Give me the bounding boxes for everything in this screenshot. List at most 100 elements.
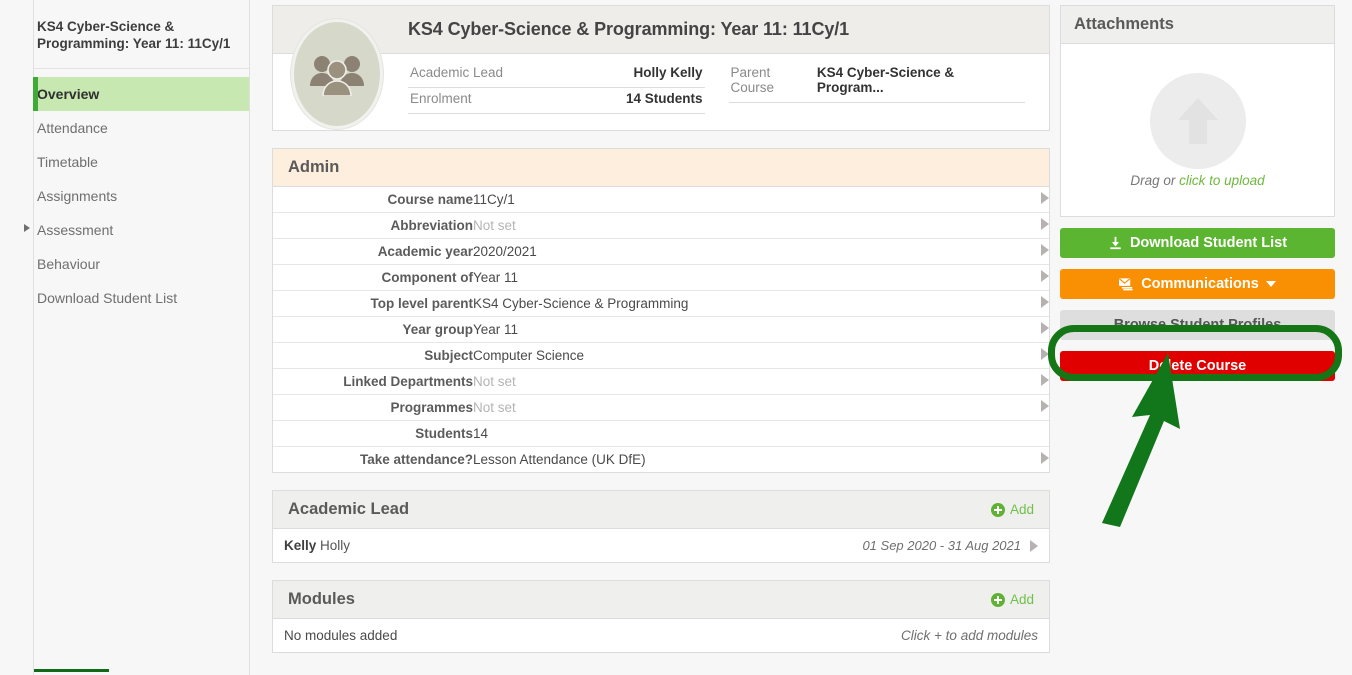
row-edit-arrow[interactable] — [1019, 239, 1049, 265]
chevron-down-icon — [1265, 281, 1276, 287]
meta-value: KS4 Cyber-Science & Program... — [816, 65, 955, 95]
button-label: Browse Student Profiles — [1113, 317, 1282, 333]
chevron-right-icon — [1041, 270, 1049, 282]
table-row[interactable]: Academic year 2020/2021 — [273, 239, 1049, 265]
admin-section-header: Admin — [273, 149, 1049, 187]
academic-lead-row[interactable]: Kelly Holly 01 Sep 2020 - 31 Aug 2021 — [273, 529, 1049, 562]
modules-hint: Click + to add modules — [901, 628, 1038, 643]
sidebar-item-label: Download Student List — [37, 290, 178, 306]
row-key: Year group — [402, 322, 473, 337]
meta-value: Holly Kelly — [633, 65, 703, 80]
chevron-right-icon — [1041, 374, 1049, 386]
row-edit-arrow[interactable] — [1019, 395, 1049, 421]
sidebar-nav: Overview Attendance Timetable Assignment… — [24, 69, 249, 315]
chevron-right-icon[interactable] — [1030, 539, 1038, 552]
sidebar-item-label: Overview — [37, 86, 100, 102]
mail-stack-icon — [1119, 278, 1133, 291]
download-icon — [1110, 236, 1121, 250]
table-row[interactable]: Subject Computer Science — [273, 343, 1049, 369]
table-row[interactable]: Abbreviation Not set — [273, 213, 1049, 239]
attachments-dropzone[interactable]: Drag or click to upload — [1061, 44, 1334, 216]
table-row[interactable]: Year group Year 11 — [273, 317, 1049, 343]
row-edit-arrow[interactable] — [1019, 213, 1049, 239]
meta-column-right: Parent Course KS4 Cyber-Science & Progra… — [728, 62, 1025, 130]
page-title: KS4 Cyber-Science & Programming: Year 11… — [408, 19, 850, 39]
course-header-title-bar: KS4 Cyber-Science & Programming: Year 11… — [273, 6, 1049, 54]
chevron-right-icon — [1041, 322, 1049, 334]
table-row[interactable]: Component of Year 11 — [273, 265, 1049, 291]
sidebar-item-assignments[interactable]: Assignments — [34, 179, 249, 213]
meta-row-parent-course: Parent Course KS4 Cyber-Science & Progra… — [728, 62, 1025, 103]
course-sidebar: KS4 Cyber-Science & Programming: Year 11… — [24, 0, 250, 675]
chevron-right-icon — [1041, 244, 1049, 256]
attachments-header: Attachments — [1061, 6, 1334, 44]
row-edit-arrow[interactable] — [1019, 343, 1049, 369]
group-people-icon — [310, 56, 364, 96]
add-academic-lead-button[interactable]: Add — [990, 502, 1034, 517]
row-key: Programmes — [390, 400, 473, 415]
meta-key: Enrolment — [410, 91, 472, 106]
chevron-right-icon — [24, 224, 30, 232]
attachments-card: Attachments Drag or click to upload — [1060, 5, 1335, 217]
upload-circle — [1149, 72, 1246, 169]
row-edit-arrow[interactable] — [1019, 187, 1049, 213]
sidebar-item-timetable[interactable]: Timetable — [34, 145, 249, 179]
table-row[interactable]: Linked Departments Not set — [273, 369, 1049, 395]
button-label: Communications — [1141, 276, 1259, 292]
row-value: Not set — [473, 374, 516, 389]
button-label: Download Student List — [1129, 235, 1288, 251]
sidebar-item-assessment[interactable]: Assessment — [24, 213, 249, 247]
add-label: Add — [1009, 502, 1034, 517]
chevron-right-icon — [1041, 192, 1049, 204]
table-row[interactable]: Top level parent KS4 Cyber-Science & Pro… — [273, 291, 1049, 317]
modules-empty-text: No modules added — [284, 628, 398, 643]
avatar — [291, 19, 383, 129]
communications-button[interactable]: Communications — [1060, 269, 1335, 299]
row-value: Not set — [473, 218, 516, 233]
row-key: Academic year — [377, 244, 473, 259]
row-edit-arrow[interactable] — [1019, 317, 1049, 343]
course-header-meta: Academic Lead Holly Kelly Enrolment 14 S… — [273, 54, 1049, 130]
main-content: KS4 Cyber-Science & Programming: Year 11… — [250, 0, 1060, 675]
row-edit-arrow — [1019, 421, 1049, 447]
row-edit-arrow[interactable] — [1019, 291, 1049, 317]
download-student-list-button[interactable]: Download Student List — [1060, 228, 1335, 258]
browse-student-profiles-button[interactable]: Browse Student Profiles — [1060, 310, 1335, 340]
add-module-button[interactable]: Add — [990, 592, 1034, 607]
table-row[interactable]: Programmes Not set — [273, 395, 1049, 421]
sidebar-item-overview[interactable]: Overview — [33, 77, 249, 111]
delete-course-button[interactable]: Delete Course — [1060, 351, 1335, 381]
click-to-upload-link[interactable]: click to upload — [1179, 173, 1265, 188]
chevron-right-icon — [1041, 452, 1049, 464]
table-row[interactable]: Course name 11Cy/1 — [273, 187, 1049, 213]
row-key: Component of — [381, 270, 473, 285]
chevron-right-icon — [1041, 296, 1049, 308]
plus-circle-icon — [990, 592, 1005, 607]
dropzone-text: Drag or click to upload — [1130, 173, 1264, 188]
sidebar-item-attendance[interactable]: Attendance — [34, 111, 249, 145]
sidebar-item-label: Attendance — [37, 120, 108, 136]
left-rail — [0, 0, 33, 675]
row-edit-arrow[interactable] — [1019, 369, 1049, 395]
lead-forename: Holly — [320, 538, 351, 553]
row-value: 14 — [473, 426, 489, 441]
sidebar-item-download-student-list[interactable]: Download Student List — [34, 281, 249, 315]
table-row[interactable]: Students 14 — [273, 421, 1049, 447]
chevron-right-icon — [1041, 400, 1049, 412]
row-value: Lesson Attendance (UK DfE) — [473, 452, 646, 467]
row-value: Computer Science — [473, 348, 585, 363]
section-title: Admin — [288, 158, 340, 176]
row-edit-arrow[interactable] — [1019, 447, 1049, 473]
chevron-right-icon — [1041, 218, 1049, 230]
sidebar-course-title: KS4 Cyber-Science & Programming: Year 11… — [34, 0, 249, 69]
sidebar-item-label: Assessment — [37, 222, 114, 238]
row-value: Not set — [473, 400, 516, 415]
sidebar-item-label: Assignments — [37, 188, 118, 204]
row-value: Year 11 — [473, 322, 519, 337]
table-row[interactable]: Take attendance? Lesson Attendance (UK D… — [273, 447, 1049, 473]
admin-card: Admin Course name 11Cy/1 Abbreviation No… — [272, 148, 1050, 473]
meta-value: 14 Students — [625, 91, 703, 106]
row-edit-arrow[interactable] — [1019, 265, 1049, 291]
row-key: Course name — [387, 192, 473, 207]
sidebar-item-behaviour[interactable]: Behaviour — [34, 247, 249, 281]
